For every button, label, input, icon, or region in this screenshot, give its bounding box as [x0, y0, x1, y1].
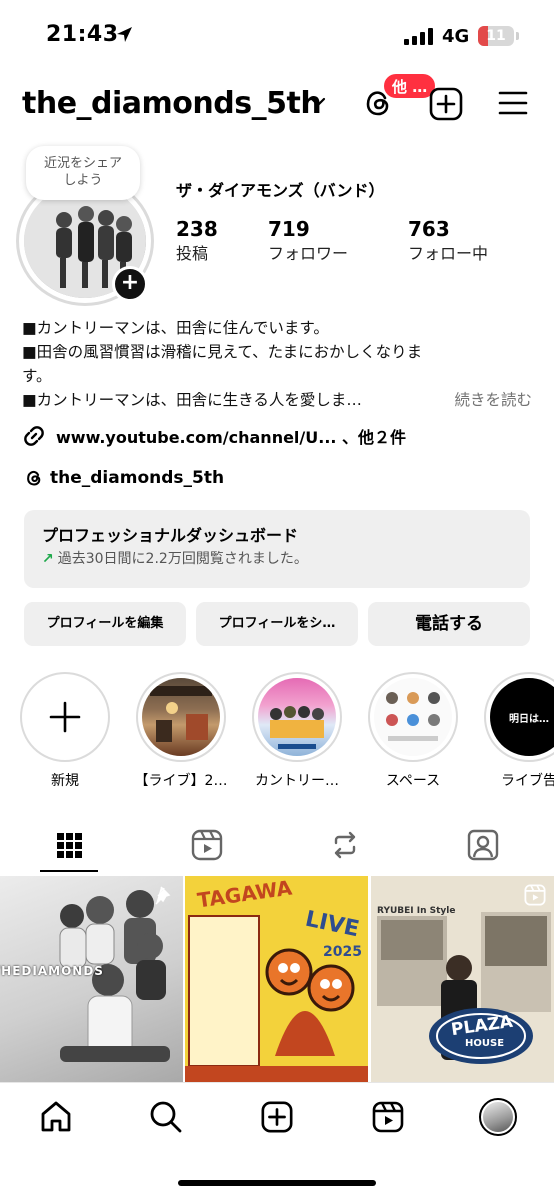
- network-type: 4G: [442, 26, 470, 47]
- highlight-cover: [142, 678, 220, 756]
- note-text: 近況をシェア しよう: [43, 156, 122, 188]
- post-header-text: RYUBEI In Style: [377, 906, 456, 916]
- profile-username[interactable]: the_diamonds_5th: [22, 86, 322, 121]
- cellular-signal-icon: [404, 28, 433, 45]
- reels-icon: [372, 1101, 404, 1133]
- share-profile-button[interactable]: プロフィールをシ…: [196, 602, 358, 646]
- link-icon: [24, 426, 44, 446]
- highlight-item[interactable]: スペース: [366, 672, 460, 790]
- active-tab-indicator: [40, 870, 98, 872]
- bio-line: す。: [22, 367, 52, 385]
- highlight-label: ライブ告: [501, 773, 554, 789]
- create-post-icon[interactable]: [428, 86, 464, 122]
- dashboard-title: プロフェッショナルダッシュボード: [42, 526, 299, 545]
- post-thumbnail[interactable]: TAGAWA LIVE 2025: [185, 876, 368, 1082]
- battery-icon: 11: [478, 26, 514, 46]
- post-brand-sub: HOUSE: [465, 1038, 505, 1049]
- status-bar: 21:43 4G 11: [0, 0, 554, 70]
- chevron-down-icon[interactable]: [310, 96, 326, 108]
- highlight-cover: 明日は…: [490, 678, 554, 756]
- stat-label: フォロワー: [268, 244, 349, 263]
- dashboard-subtitle-row: ↗ 過去30日間に2.2万回閲覧されました。: [42, 548, 512, 570]
- highlight-label: 新規: [51, 773, 79, 789]
- status-time: 21:43: [46, 22, 119, 47]
- hamburger-menu-icon[interactable]: [498, 88, 528, 118]
- tagged-person-icon: [467, 829, 499, 861]
- stat-following[interactable]: 763 フォロー中: [408, 216, 488, 266]
- nav-profile[interactable]: [478, 1097, 518, 1137]
- highlight-item[interactable]: 明日は… ライブ告: [482, 672, 554, 790]
- reels-icon: [191, 829, 223, 861]
- display-name: ザ・ダイアモンズ（バンド）: [176, 181, 385, 200]
- highlight-item[interactable]: カントリー…: [250, 672, 344, 790]
- highlight-new[interactable]: 新規: [18, 672, 112, 790]
- add-story-button[interactable]: +: [112, 266, 148, 302]
- highlight-cover: [374, 678, 452, 756]
- post-year: 2025: [323, 944, 362, 960]
- location-arrow-icon: [117, 27, 132, 42]
- stat-posts[interactable]: 238 投稿: [176, 216, 218, 266]
- search-icon: [150, 1101, 182, 1133]
- post-thumbnail[interactable]: THEDIAMONDS: [0, 876, 183, 1082]
- create-icon: [261, 1101, 293, 1133]
- nav-search[interactable]: [146, 1097, 186, 1137]
- stat-followers[interactable]: 719 フォロワー: [268, 216, 348, 266]
- note-bubble[interactable]: 近況をシェア しよう: [26, 146, 140, 200]
- battery-percent: 11: [486, 28, 506, 44]
- nav-home[interactable]: [36, 1097, 76, 1137]
- call-button[interactable]: 電話する: [368, 602, 530, 646]
- stat-label: 投稿: [176, 244, 209, 263]
- post-overlay-text: THEDIAMONDS: [0, 964, 104, 978]
- bio-line: ■カントリーマンは、田舎に住んでいます。: [22, 319, 329, 337]
- bio-line: ■カントリーマンは、田舎に生きる人を愛しま…: [22, 391, 362, 409]
- profile-avatar-small: [479, 1098, 517, 1136]
- stat-value: 763: [408, 217, 450, 241]
- tab-reels[interactable]: [138, 818, 276, 872]
- highlight-cover: [258, 678, 336, 756]
- highlight-label: カントリー…: [255, 773, 339, 789]
- nav-create[interactable]: [257, 1097, 297, 1137]
- bio: ■カントリーマンは、田舎に住んでいます。 ■田舎の風習慣習は滑稽に見えて、たまに…: [22, 316, 532, 412]
- tab-reposts[interactable]: [276, 818, 414, 872]
- link-text: www.youtube.com/channel/U... 、他２件: [56, 428, 407, 447]
- home-indicator: [178, 1180, 376, 1186]
- stat-value: 719: [268, 217, 310, 241]
- nav-reels[interactable]: [368, 1097, 408, 1137]
- threads-handle: the_diamonds_5th: [50, 468, 225, 488]
- reel-icon: [524, 884, 546, 906]
- external-link[interactable]: www.youtube.com/channel/U... 、他２件: [22, 424, 406, 448]
- grid-icon: [57, 833, 82, 858]
- highlight-item[interactable]: 【ライブ】2…: [134, 672, 228, 790]
- bio-line: ■田舎の風習慣習は滑稽に見えて、たまにおかしくなりま: [22, 343, 423, 361]
- highlight-label: 【ライブ】2…: [134, 773, 228, 789]
- bio-line-last: ■カントリーマンは、田舎に生きる人を愛しま… 続きを読む: [22, 388, 532, 412]
- edit-profile-button[interactable]: プロフィールを編集: [24, 602, 186, 646]
- highlight-label: スペース: [385, 773, 441, 789]
- repost-icon: [334, 831, 356, 859]
- battery-tip: [516, 32, 519, 40]
- read-more-link[interactable]: 続きを読む: [454, 388, 532, 412]
- home-icon: [41, 1101, 71, 1132]
- posts-grid: THEDIAMONDS TAGAWA LIVE 2025 RYUBEI In S…: [0, 876, 554, 1082]
- professional-dashboard[interactable]: プロフェッショナルダッシュボード ↗ 過去30日間に2.2万回閲覧されました。: [24, 510, 530, 588]
- threads-profile-link[interactable]: the_diamonds_5th: [24, 468, 224, 488]
- threads-icon: [27, 470, 41, 486]
- plus-icon: [49, 701, 81, 733]
- dashboard-subtitle: 過去30日間に2.2万回閲覧されました。: [57, 551, 308, 567]
- tab-posts-grid[interactable]: [0, 818, 138, 872]
- highlight-cover-text: 明日は…: [509, 713, 549, 725]
- pinned-icon: [155, 886, 171, 905]
- profile-tabs: [0, 818, 554, 872]
- trend-up-icon: ↗: [42, 551, 54, 567]
- post-thumbnail[interactable]: RYUBEI In Style PLAZA HOUSE: [371, 876, 554, 1082]
- stat-label: フォロー中: [408, 244, 489, 263]
- stat-value: 238: [176, 217, 218, 241]
- tab-tagged[interactable]: [414, 818, 552, 872]
